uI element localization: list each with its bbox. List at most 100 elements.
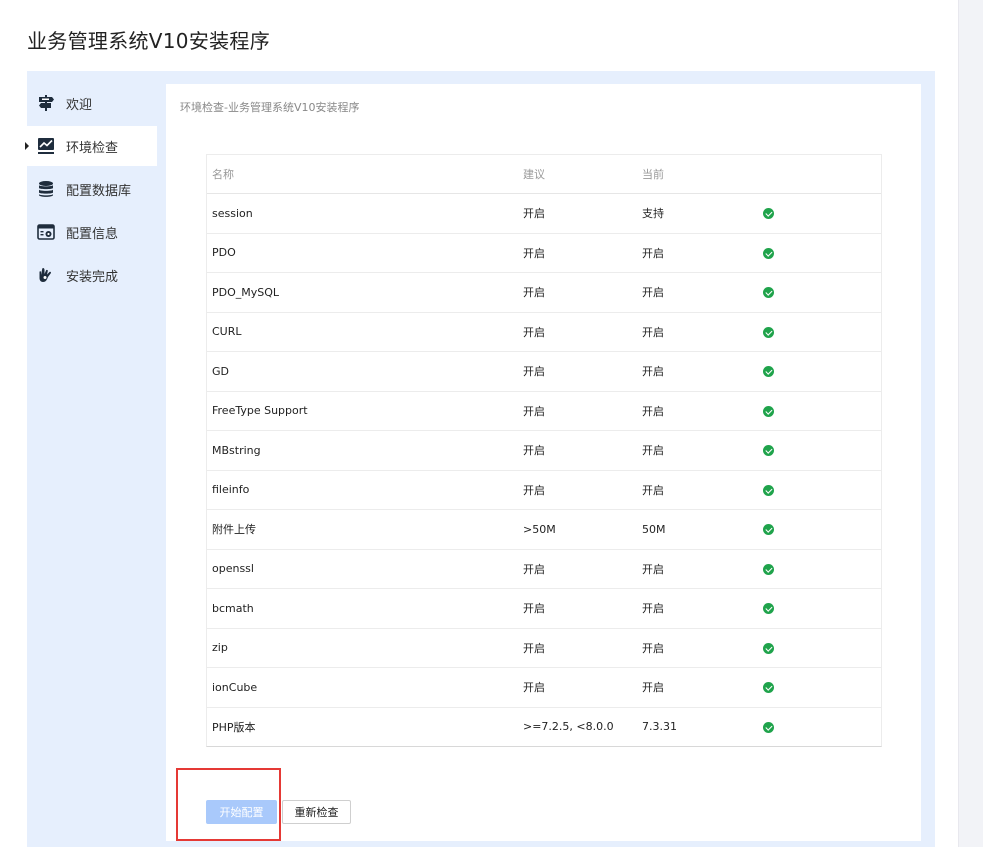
cell-current: 开启 [637,391,758,431]
cell-current: 开启 [637,233,758,273]
check-circle-icon [763,721,774,733]
cell-name: ionCube [207,667,518,708]
check-circle-icon [763,682,774,694]
cell-status [758,509,881,550]
check-circle-icon [763,563,774,575]
cell-status [758,312,881,352]
check-circle-icon [763,524,774,536]
main-content: 环境检查-业务管理系统V10安装程序 名称 建议 当前 session 开启 支持 P… [166,84,921,841]
line-chart-icon [36,136,56,156]
cell-name: fileinfo [207,470,518,510]
cell-current: 开启 [637,667,758,708]
cell-current: 7.3.31 [642,720,677,734]
table-row: MBstring 开启 开启 [207,430,881,471]
cell-status [758,549,881,589]
table-body: session 开启 支持 PDO 开启 开启 PDO_MySQL 开启 开启 CURL 开启 开启 G… [207,193,881,747]
check-circle-icon [763,366,774,378]
cell-status [758,628,881,668]
cell-name: zip [207,628,518,668]
cell-name: PDO_MySQL [207,272,518,313]
cell-status [758,707,881,746]
cell-current: 开启 [637,549,758,589]
cell-status [758,588,881,629]
cell-name: openssl [207,549,518,589]
database-icon [36,179,56,199]
app-title: 业务管理系统V10安装程序 [27,29,271,53]
cell-suggest: 开启 [518,470,637,510]
column-header-status [758,155,881,194]
cell-name: PDO [207,233,518,273]
check-circle-icon [763,247,774,259]
cell-suggest: 开启 [518,193,637,234]
table-row: GD 开启 开启 [207,351,881,392]
cell-name: PHP版本 [212,720,256,734]
signpost-icon [36,93,56,113]
cell-name: session [207,193,518,234]
cell-suggest: 开启 [518,588,637,629]
cell-current: 开启 [637,470,758,510]
cell-name: 附件上传 [207,509,518,550]
column-header-suggest: 建议 [518,155,637,194]
sidebar-item-config-db[interactable]: 配置数据库 [27,169,157,209]
cell-status [758,391,881,431]
page-right-gutter [959,0,983,847]
cell-suggest: 开启 [518,628,637,668]
table-header-row: 名称 建议 当前 [207,155,881,194]
sidebar-item-install-done[interactable]: 安装完成 [27,255,157,295]
ok-hand-icon [36,265,56,285]
cell-status [758,233,881,273]
cell-name: bcmath [207,588,518,629]
sidebar-item-label: 配置数据库 [66,183,132,199]
cell-suggest: 开启 [518,430,637,471]
table-row: session 开启 支持 [207,193,881,234]
cell-current: 开启 [637,351,758,392]
env-check-table: 名称 建议 当前 session 开启 支持 PDO 开启 开启 PDO_MySQL 开启 开启… [206,154,882,747]
cell-suggest: >50M [518,509,637,550]
cell-status [758,470,881,510]
check-circle-icon [763,445,774,457]
table-row: ionCube 开启 开启 [207,667,881,708]
table-row: PDO_MySQL 开启 开启 [207,272,881,313]
cell-current: 开启 [637,312,758,352]
breadcrumb: 环境检查-业务管理系统V10安装程序 [180,101,360,114]
check-circle-icon [763,603,774,615]
sidebar-item-config-info[interactable]: 配置信息 [27,212,157,252]
check-circle-icon [763,484,774,496]
cell-suggest: 开启 [518,351,637,392]
cell-status [758,272,881,313]
table-row: PDO 开启 开启 [207,233,881,273]
cell-status [758,667,881,708]
check-circle-icon [763,287,774,299]
cell-current: 开启 [637,430,758,471]
cell-suggest: 开启 [518,667,637,708]
cell-suggest: 开启 [518,312,637,352]
cell-name: GD [207,351,518,392]
cell-status [758,351,881,392]
table-row: bcmath 开启 开启 [207,588,881,629]
cell-status [758,430,881,471]
cell-suggest: >=7.2.5, <8.0.0 [523,720,614,734]
cell-current: 支持 [637,193,758,234]
sidebar-item-label: 安装完成 [66,269,119,285]
recheck-button[interactable]: 重新检查 [282,800,351,824]
cell-name: FreeType Support [207,391,518,431]
sidebar-item-welcome[interactable]: 欢迎 [27,83,157,123]
check-circle-icon [763,405,774,417]
table-row: zip 开启 开启 [207,628,881,668]
table-row: PHP版本 >=7.2.5, <8.0.0 7.3.31 [207,707,881,746]
sidebar-item-label: 欢迎 [66,97,93,113]
cell-status [758,193,881,234]
start-config-button[interactable]: 开始配置 [206,800,277,824]
cell-suggest: 开启 [518,272,637,313]
table-row: fileinfo 开启 开启 [207,470,881,510]
sidebar-item-label: 环境检查 [66,140,119,156]
cell-current: 50M [637,509,758,550]
table-row: FreeType Support 开启 开启 [207,391,881,431]
cell-suggest: 开启 [518,233,637,273]
cell-current: 开启 [637,588,758,629]
cell-current: 开启 [637,628,758,668]
sidebar-item-env-check[interactable]: 环境检查 [25,126,157,166]
cell-suggest: 开启 [518,391,637,431]
check-circle-icon [763,642,774,654]
check-circle-icon [763,208,774,220]
